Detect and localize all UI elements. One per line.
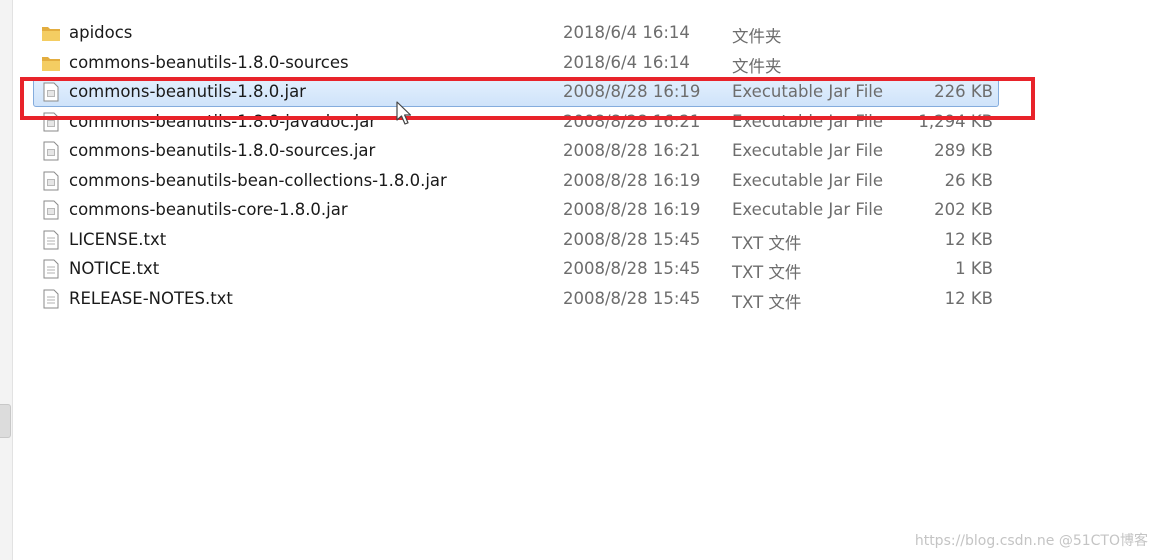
file-row-selected[interactable]: commons-beanutils-1.8.0.jar 2008/8/28 16… (33, 77, 999, 107)
file-row[interactable]: RELEASE-NOTES.txt 2008/8/28 15:45 TXT 文件… (33, 284, 999, 314)
file-list: apidocs 2018/6/4 16:14 文件夹 commons-beanu… (33, 18, 999, 313)
file-date-modified: 2008/8/28 16:19 (563, 82, 701, 101)
text-file-icon (43, 259, 59, 279)
file-size: 202 KB (934, 200, 993, 219)
file-type: Executable Jar File (732, 200, 884, 219)
file-name: apidocs (69, 23, 133, 42)
left-pane-edge (0, 0, 13, 560)
file-row[interactable]: commons-beanutils-1.8.0-javadoc.jar 2008… (33, 107, 999, 137)
file-date-modified: 2008/8/28 16:19 (563, 200, 701, 219)
file-row[interactable]: commons-beanutils-core-1.8.0.jar 2008/8/… (33, 195, 999, 225)
file-type: Executable Jar File (732, 141, 884, 160)
jar-file-icon (43, 112, 59, 131)
file-type: Executable Jar File (732, 82, 884, 101)
file-name: commons-beanutils-1.8.0-javadoc.jar (69, 111, 377, 131)
file-type: Executable Jar File (732, 170, 884, 190)
text-file-icon (43, 230, 59, 249)
watermark-text: https://blog.csdn.ne @51CTO博客 (914, 533, 1148, 549)
file-type: 文件夹 (732, 27, 782, 46)
file-size: 12 KB (944, 288, 993, 308)
file-name: commons-beanutils-1.8.0-sources (69, 52, 349, 72)
file-name: NOTICE.txt (69, 259, 160, 278)
file-date-modified: 2008/8/28 15:45 (563, 288, 701, 308)
file-type: Executable Jar File (732, 111, 884, 131)
mouse-cursor-icon (396, 101, 412, 125)
jar-file-icon (43, 171, 59, 190)
file-row[interactable]: NOTICE.txt 2008/8/28 15:45 TXT 文件 1 KB (33, 254, 999, 284)
file-date-modified: 2008/8/28 16:21 (563, 141, 701, 160)
text-file-icon (43, 289, 59, 308)
file-date-modified: 2018/6/4 16:14 (563, 52, 690, 72)
left-pane-scrollbar[interactable] (0, 404, 11, 438)
file-type: TXT 文件 (732, 233, 802, 253)
file-row[interactable]: LICENSE.txt 2008/8/28 15:45 TXT 文件 12 KB (33, 225, 999, 255)
file-name: commons-beanutils-1.8.0-sources.jar (69, 141, 376, 160)
file-type: 文件夹 (732, 56, 782, 76)
file-size: 1,294 KB (918, 111, 993, 131)
file-size: 12 KB (944, 229, 993, 249)
file-name: commons-beanutils-bean-collections-1.8.0… (69, 170, 447, 190)
file-size: 226 KB (934, 82, 993, 101)
file-size: 289 KB (934, 141, 993, 160)
jar-file-icon (43, 82, 59, 102)
folder-icon (42, 27, 60, 41)
file-size: 26 KB (944, 170, 993, 190)
file-name: commons-beanutils-1.8.0.jar (69, 82, 306, 101)
file-type: TXT 文件 (732, 292, 802, 312)
file-name: commons-beanutils-core-1.8.0.jar (69, 200, 348, 219)
file-date-modified: 2008/8/28 15:45 (563, 259, 701, 278)
file-date-modified: 2008/8/28 15:45 (563, 229, 701, 249)
file-size: 1 KB (955, 259, 993, 278)
jar-file-icon (43, 141, 59, 161)
file-date-modified: 2008/8/28 16:19 (563, 170, 701, 190)
file-row[interactable]: apidocs 2018/6/4 16:14 文件夹 (33, 18, 999, 48)
file-row[interactable]: commons-beanutils-1.8.0-sources 2018/6/4… (33, 48, 999, 78)
file-type: TXT 文件 (732, 263, 802, 282)
file-date-modified: 2008/8/28 16:21 (563, 111, 701, 131)
folder-icon (42, 56, 60, 71)
file-row[interactable]: commons-beanutils-1.8.0-sources.jar 2008… (33, 136, 999, 166)
file-date-modified: 2018/6/4 16:14 (563, 23, 690, 42)
file-name: RELEASE-NOTES.txt (69, 288, 233, 308)
jar-file-icon (43, 200, 59, 220)
file-name: LICENSE.txt (69, 229, 167, 249)
file-row[interactable]: commons-beanutils-bean-collections-1.8.0… (33, 166, 999, 196)
